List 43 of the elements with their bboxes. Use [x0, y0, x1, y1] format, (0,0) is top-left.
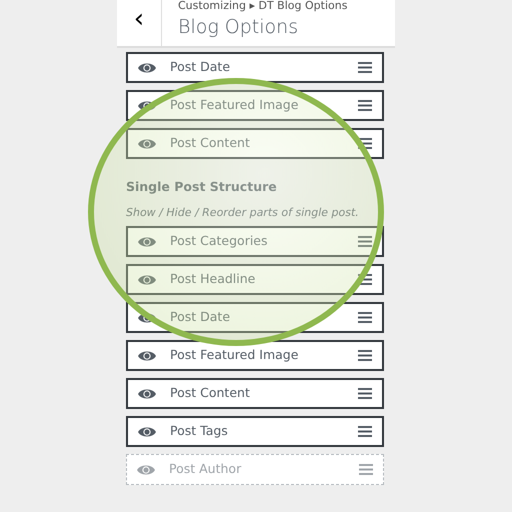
drag-handle-icon[interactable]	[358, 388, 372, 400]
item-label: Post Date	[170, 308, 232, 326]
section-description: Show / Hide / Reorder parts of single post.	[126, 204, 360, 221]
item-label: Post Date	[170, 58, 232, 76]
item-label: Post Headline	[170, 270, 256, 288]
drag-handle-icon[interactable]	[358, 426, 372, 438]
item-label: Post Featured Image	[170, 346, 300, 364]
sortable-item[interactable]: Post Categories	[126, 226, 384, 258]
sortable-item[interactable]: Post Featured Image	[126, 340, 384, 372]
sortable-item[interactable]: Post Content	[126, 378, 384, 410]
drag-handle-icon[interactable]	[358, 312, 372, 324]
sortable-item[interactable]: Post Date	[126, 52, 384, 83]
breadcrumb: Customizing ▸ DT Blog Options	[178, 0, 348, 12]
eye-icon[interactable]	[138, 100, 156, 112]
sortable-item[interactable]: Post Date	[126, 302, 384, 334]
drag-handle-icon[interactable]	[358, 350, 372, 362]
drag-handle-icon[interactable]	[358, 62, 372, 73]
sortable-item[interactable]: Post Headline	[126, 264, 384, 296]
eye-icon[interactable]	[138, 426, 156, 438]
eye-icon[interactable]	[138, 274, 156, 286]
sortable-item[interactable]: Post Content	[126, 128, 384, 159]
sortable-item[interactable]: Post Tags	[126, 416, 384, 448]
eye-icon[interactable]	[138, 350, 156, 362]
eye-icon[interactable]	[138, 138, 156, 150]
drag-handle-icon[interactable]	[358, 236, 372, 248]
item-label: Post Featured Image	[170, 96, 300, 114]
panel-title: Blog Options	[178, 15, 300, 39]
drag-handle-icon[interactable]	[358, 100, 372, 111]
eye-icon[interactable]	[138, 62, 156, 74]
drag-handle-icon[interactable]	[358, 138, 372, 149]
eye-icon[interactable]	[138, 312, 156, 324]
item-label: Post Content	[170, 384, 251, 402]
item-label: Post Author	[169, 460, 242, 478]
drag-handle-icon[interactable]	[359, 464, 373, 476]
item-label: Post Tags	[170, 422, 229, 440]
drag-handle-icon[interactable]	[358, 274, 372, 286]
item-label: Post Content	[170, 134, 251, 152]
sortable-item[interactable]: Post Author	[126, 454, 384, 486]
eye-icon[interactable]	[138, 388, 156, 400]
sortable-item[interactable]: Post Featured Image	[126, 90, 384, 121]
section-title: Single Post Structure	[126, 178, 278, 196]
item-label: Post Categories	[170, 232, 269, 250]
eye-icon[interactable]	[138, 236, 156, 248]
